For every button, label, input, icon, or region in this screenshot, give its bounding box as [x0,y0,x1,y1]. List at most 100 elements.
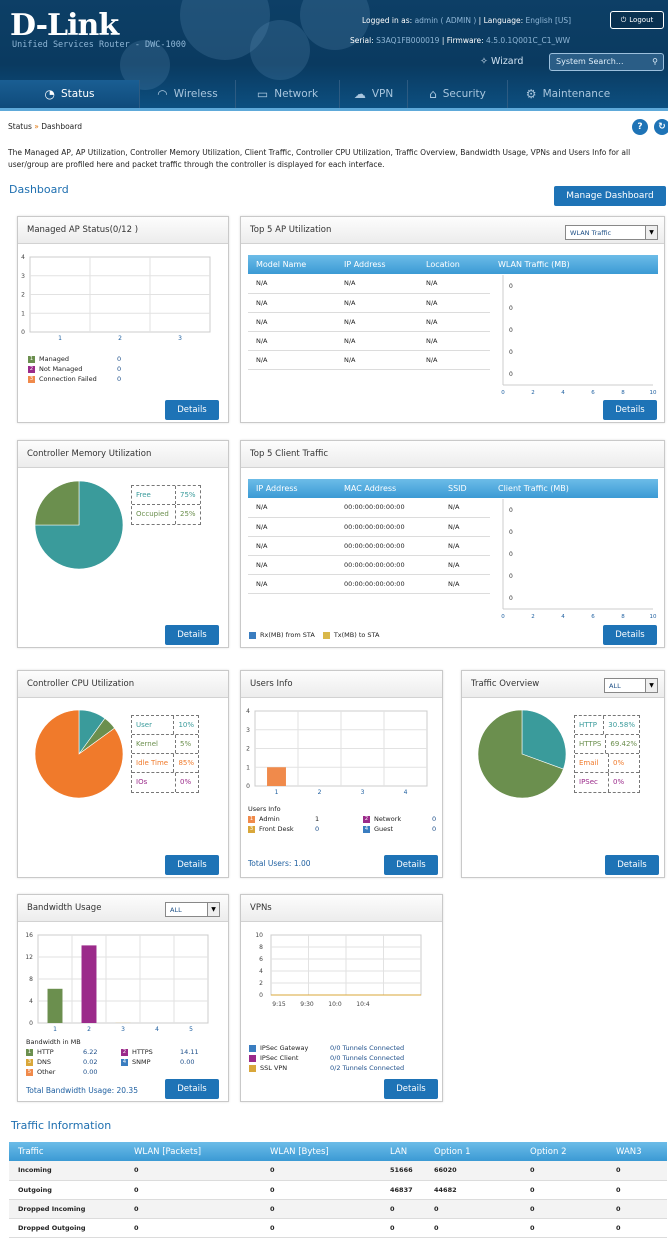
language-value[interactable]: English [US] [526,16,572,25]
power-icon: ⏻ [620,15,627,24]
legend-row: 5 Other 0.00 [26,1068,98,1076]
top5-ap-panel: Top 5 AP Utilization WLAN Traffic ▼ Mode… [240,216,665,423]
cpu-details-button[interactable]: Details [165,855,219,875]
gears-icon: ⚙ [525,87,537,101]
legend-row: IPSec Gateway 0/0 Tunnels Connected [249,1043,404,1053]
wand-icon: ✧ [480,56,488,67]
x-tick-label: 4 [561,390,565,396]
pie-slice-occupied [34,480,80,526]
ap-utilization-chart: 0 0 0 0 0 0 2 4 6 8 10 [501,275,657,396]
memory-pie-chart [34,480,124,570]
top5-client-details-button[interactable]: Details [603,625,657,645]
bar-value-label: 0 [509,551,513,558]
stat-row: HTTPS 69.42% [575,735,639,754]
bandwidth-legend: Bandwidth in MB 1 HTTP 6.22 2 HTTPS 14.11 3D… [26,1038,199,1076]
ap-metric-select[interactable]: WLAN Traffic ▼ [565,225,658,240]
stat-row: IOs 0% [132,773,198,792]
memory-title: Controller Memory Utilization [18,441,228,468]
stat-row: IPSec 0% [575,773,639,792]
nav-network[interactable]: ▭ Network [236,80,340,108]
y-tick-label: 2 [21,292,25,299]
bar-value-label: 0 [509,573,513,580]
dlink-logo: D-Link [10,8,119,43]
y-tick-label: 4 [246,708,250,715]
y-tick-label: 0 [29,1020,33,1027]
y-tick-label: 12 [25,954,33,961]
refresh-icon[interactable]: ↻ [654,119,668,135]
bar-value-label: 0 [509,327,513,334]
nav-security[interactable]: ⌂ Security [408,80,508,108]
monitor-icon: ▭ [256,87,269,101]
legend-row: 2 Not Managed 0 [28,365,122,373]
header-banner: D-Link Unified Services Router - DWC-100… [0,0,668,108]
bar-value-label: 0 [509,529,513,536]
search-icon[interactable]: ⚲ [652,57,658,66]
table-row: Outgoing 0 0 46837 44682 0 0 [9,1180,667,1200]
logged-label: Logged in as: [362,16,413,25]
users-panel: Users Info 4 3 2 1 0 1 2 3 4 Users Info 1 Admin 1 … [240,670,443,878]
x-tick-label: 2 [118,335,122,342]
x-tick-label: 10 [650,390,657,396]
bandwidth-chart: 16128401 2 3 4 5 [25,932,209,1033]
bar-value-label: 0 [509,283,513,290]
stat-row: Idle Time 85% [132,754,198,773]
y-tick-label: 4 [259,968,263,975]
serial-label: Serial: [350,36,374,45]
y-tick-label: 3 [21,273,25,280]
chevron-down-icon[interactable]: ▼ [645,679,657,692]
x-tick-label: 1 [58,335,62,342]
chevron-down-icon[interactable]: ▼ [645,226,657,239]
nav-maintenance[interactable]: ⚙ Maintenance [508,80,628,108]
x-tick-label: 4 [561,614,565,620]
y-tick-label: 3 [246,727,250,734]
client-traffic-chart: 0 0 0 0 0 0 2 4 6 8 10 [501,499,657,620]
system-search-input[interactable]: System Search... ⚲ [549,53,664,71]
bar-value-label: 0 [509,371,513,378]
gauge-icon: ◔ [44,87,55,101]
chevron-down-icon[interactable]: ▼ [207,903,219,916]
traffic-overview-details-button[interactable]: Details [605,855,659,875]
device-info: Serial: S3AQ1FB000019 | Firmware: 4.5.0.… [350,36,571,45]
legend-row: 1 HTTP 6.22 2 HTTPS 14.11 [26,1048,199,1056]
legend-row: IPSec Client 0/0 Tunnels Connected [249,1053,404,1063]
x-tick-label: 9:15 [272,1001,286,1008]
x-tick-label: 0 [501,390,505,396]
nav-wireless[interactable]: ◠ Wireless [140,80,236,108]
traffic-overview-select[interactable]: ALL ▼ [604,678,658,693]
traffic-info-title: Traffic Information [11,1119,112,1132]
bandwidth-details-button[interactable]: Details [165,1079,219,1099]
legend-row: 3 DNS 0.02 4 SNMP 0.00 [26,1058,195,1066]
bar [47,988,63,1023]
top5-client-title: Top 5 Client Traffic [241,441,664,468]
managed-ap-details-button[interactable]: Details [165,400,219,420]
top5-ap-details-button[interactable]: Details [603,400,657,420]
nav-status[interactable]: ◔ Status [0,80,140,108]
vpns-details-button[interactable]: Details [384,1079,438,1099]
help-icon[interactable]: ? [632,119,648,135]
legend-row: 3 Front Desk 0 4 Guest 0 [248,825,437,833]
bar-value-label: 0 [509,349,513,356]
logout-button[interactable]: ⏻ Logout [610,11,664,29]
manage-dashboard-button[interactable]: Manage Dashboard [554,186,666,206]
wizard-link[interactable]: ✧ Wizard [480,56,523,67]
stat-row: Occupied 25% [132,505,200,524]
x-tick-label: 3 [178,335,182,342]
y-tick-label: 8 [259,944,263,951]
language-label: Language: [483,16,524,25]
cpu-title: Controller CPU Utilization [18,671,228,698]
bar-value-label: 0 [509,507,513,514]
memory-panel: Controller Memory Utilization Free 75% Oc… [17,440,229,648]
y-tick-label: 0 [259,992,263,999]
breadcrumb-root[interactable]: Status [8,122,32,131]
cloud-icon: ☁ [353,87,366,101]
bandwidth-select[interactable]: ALL ▼ [165,902,220,917]
y-tick-label: 1 [246,764,250,771]
cpu-panel: Controller CPU Utilization User 10% Kerne… [17,670,229,878]
nav-vpn[interactable]: ☁ VPN [340,80,408,108]
firmware-label: Firmware: [446,36,484,45]
users-details-button[interactable]: Details [384,855,438,875]
x-tick-label: 4 [155,1026,159,1033]
product-subtitle: Unified Services Router - DWC-1000 [12,40,186,50]
bar [81,945,97,1023]
memory-details-button[interactable]: Details [165,625,219,645]
